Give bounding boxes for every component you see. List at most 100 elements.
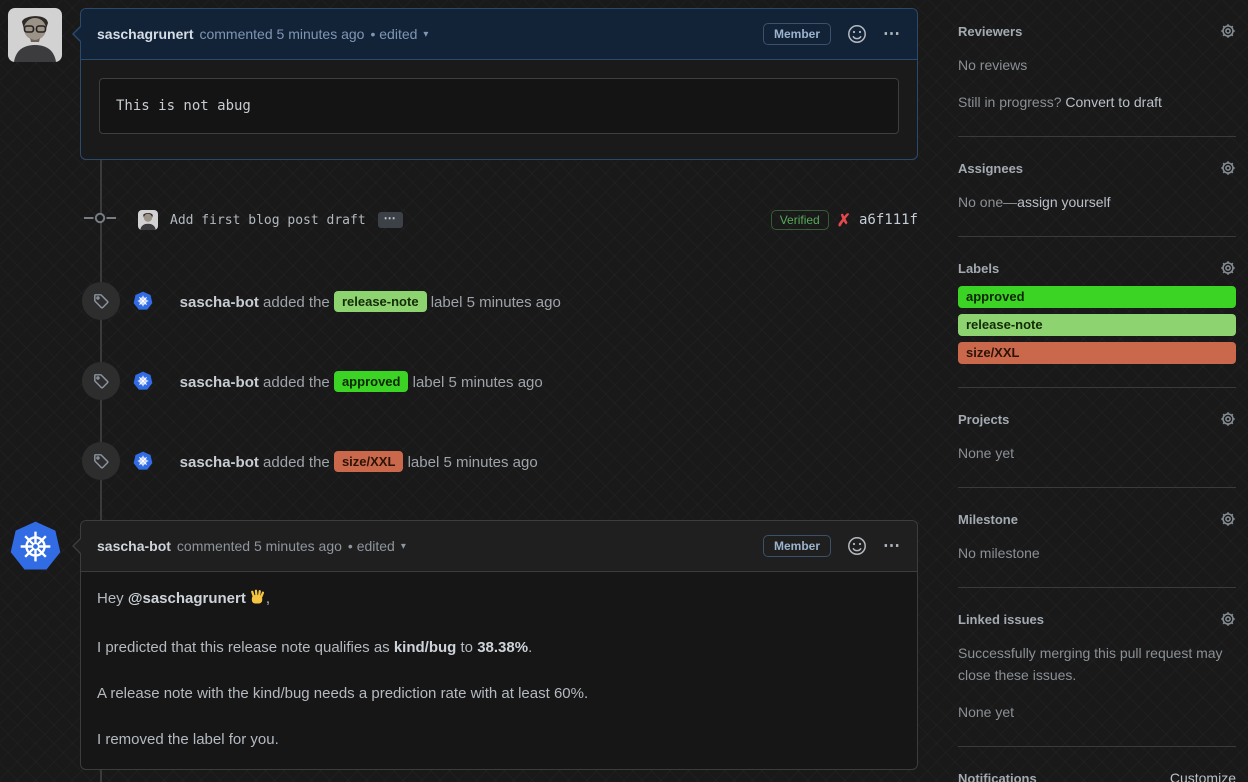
- sidebar-label-release-note[interactable]: release-note: [958, 314, 1236, 336]
- timestamp-link[interactable]: commented 5 minutes ago: [199, 26, 364, 42]
- label-event-row: sascha-bot added the release-note label …: [80, 281, 918, 321]
- author-link[interactable]: sascha-bot: [97, 538, 171, 554]
- timestamp-link[interactable]: commented 5 minutes ago: [177, 538, 342, 554]
- still-in-progress-text: Still in progress?: [958, 94, 1066, 110]
- commit-row: Add first blog post draft ⋯ Verified ✗ a…: [80, 206, 918, 234]
- edited-label[interactable]: • edited: [348, 538, 395, 554]
- projects-empty-text: None yet: [958, 445, 1015, 461]
- text-bold: 38.38%: [477, 639, 529, 656]
- status-failure-icon[interactable]: ✗: [837, 212, 851, 229]
- chevron-down-icon[interactable]: ▾: [423, 29, 428, 40]
- convert-to-draft-link[interactable]: Convert to draft: [1065, 94, 1162, 110]
- sidebar-section-assignees: Assignees No one—assign yourself: [958, 137, 1236, 237]
- gear-icon[interactable]: [1220, 260, 1236, 276]
- tag-icon: [82, 362, 120, 400]
- kebab-menu-button[interactable]: ⋯: [883, 536, 901, 556]
- actor-link[interactable]: sascha-bot: [180, 374, 259, 391]
- linked-issues-desc: Successfully merging this pull request m…: [958, 645, 1223, 683]
- commit-author-avatar[interactable]: [138, 210, 158, 230]
- sidebar-section-linked-issues: Linked issues Successfully merging this …: [958, 588, 1236, 747]
- label-pill[interactable]: approved: [333, 370, 409, 392]
- section-title: Notifications: [958, 770, 1037, 782]
- comment-header: saschagrunert commented 5 minutes ago • …: [72, 9, 917, 60]
- sidebar-section-reviewers: Reviewers No reviews Still in progress? …: [958, 0, 1236, 137]
- commit-sha-link[interactable]: a6f111f: [859, 212, 918, 228]
- commit-message-link[interactable]: Add first blog post draft: [170, 213, 366, 228]
- reviewers-empty-text: No reviews: [958, 57, 1028, 73]
- event-text: label 5 minutes ago: [426, 293, 561, 311]
- gear-icon[interactable]: [1220, 411, 1236, 427]
- text: Hey: [97, 590, 128, 607]
- comment-paragraph: I removed the label for you.: [97, 731, 279, 748]
- gear-icon[interactable]: [1220, 23, 1236, 39]
- gear-icon[interactable]: [1220, 611, 1236, 627]
- comment-body: Hey @saschagrunert, I predicted that thi…: [81, 572, 917, 782]
- label-event-row: sascha-bot added the size/XXL label 5 mi…: [80, 441, 918, 481]
- sidebar-section-milestone: Milestone No milestone: [958, 488, 1236, 588]
- text: ,: [265, 590, 271, 607]
- event-text: added the: [258, 293, 334, 311]
- sidebar-label-size-xxl[interactable]: size/XXL: [958, 342, 1236, 364]
- bot-avatar[interactable]: [133, 291, 153, 311]
- comment-paragraph: A release note with the kind/bug needs a…: [97, 685, 589, 702]
- comment-arrow: [74, 539, 81, 553]
- event-text: label 5 minutes ago: [403, 453, 538, 471]
- linked-issues-empty-text: None yet: [958, 704, 1015, 720]
- text: I predicted that this release note quali…: [97, 639, 394, 656]
- actor-link[interactable]: sascha-bot: [180, 454, 259, 471]
- event-text: added the: [258, 373, 334, 391]
- label-pill[interactable]: release-note: [333, 290, 427, 312]
- sidebar: Reviewers No reviews Still in progress? …: [958, 0, 1236, 782]
- member-badge: Member: [762, 535, 831, 557]
- smiley-reaction-button[interactable]: [847, 536, 867, 556]
- assignees-empty-text: No one—: [958, 194, 1018, 210]
- kebab-menu-button[interactable]: ⋯: [883, 24, 901, 44]
- git-commit-icon: [84, 209, 116, 232]
- tag-icon: [82, 282, 120, 320]
- sidebar-section-projects: Projects None yet: [958, 388, 1236, 488]
- member-badge: Member: [762, 23, 831, 45]
- text: .: [528, 639, 533, 656]
- section-title: Linked issues: [958, 611, 1044, 627]
- sidebar-section-notifications: Notifications Customize: [958, 747, 1236, 782]
- gear-icon[interactable]: [1220, 511, 1236, 527]
- bot-avatar[interactable]: [133, 371, 153, 391]
- pr-description-comment: saschagrunert commented 5 minutes ago • …: [72, 8, 918, 160]
- section-title: Reviewers: [958, 23, 1023, 39]
- comment-paragraph: Hey @saschagrunert,: [97, 588, 901, 613]
- text: to: [456, 639, 478, 656]
- commit-expand-button[interactable]: ⋯: [377, 212, 403, 228]
- event-text: added the: [258, 453, 334, 471]
- tag-icon: [82, 442, 120, 480]
- sidebar-label-approved[interactable]: approved: [958, 286, 1236, 308]
- section-title: Milestone: [958, 511, 1018, 527]
- edited-label[interactable]: • edited: [370, 26, 417, 42]
- comment-arrow: [74, 27, 81, 41]
- section-title: Assignees: [958, 160, 1024, 176]
- customize-link[interactable]: Customize: [1170, 770, 1236, 782]
- label-event-row: sascha-bot added the approved label 5 mi…: [80, 361, 918, 401]
- comment-paragraph: I predicted that this release note quali…: [97, 637, 901, 659]
- comment-header: sascha-bot commented 5 minutes ago • edi…: [72, 521, 917, 572]
- mention-link[interactable]: @saschagrunert: [128, 590, 246, 607]
- section-title: Labels: [958, 260, 1000, 276]
- gear-icon[interactable]: [1220, 160, 1236, 176]
- event-text: label 5 minutes ago: [408, 373, 543, 391]
- bot-avatar-large[interactable]: [9, 520, 62, 573]
- assign-yourself-link[interactable]: assign yourself: [1017, 194, 1110, 210]
- comment-body: This is not abug: [81, 60, 917, 152]
- milestone-empty-text: No milestone: [958, 545, 1040, 561]
- text-bold: kind/bug: [393, 639, 457, 656]
- bot-avatar[interactable]: [133, 451, 153, 471]
- sidebar-section-labels: Labels approved release-note size/XXL: [958, 237, 1236, 388]
- label-pill[interactable]: size/XXL: [333, 450, 404, 472]
- author-link[interactable]: saschagrunert: [97, 26, 193, 42]
- actor-link[interactable]: sascha-bot: [180, 294, 259, 311]
- chevron-down-icon[interactable]: ▾: [401, 541, 406, 552]
- bot-comment: sascha-bot commented 5 minutes ago • edi…: [72, 520, 918, 770]
- verified-badge[interactable]: Verified: [770, 210, 829, 230]
- avatar[interactable]: [8, 8, 62, 62]
- smiley-reaction-button[interactable]: [847, 24, 867, 44]
- wave-emoji: [249, 589, 266, 613]
- section-title: Projects: [958, 411, 1010, 427]
